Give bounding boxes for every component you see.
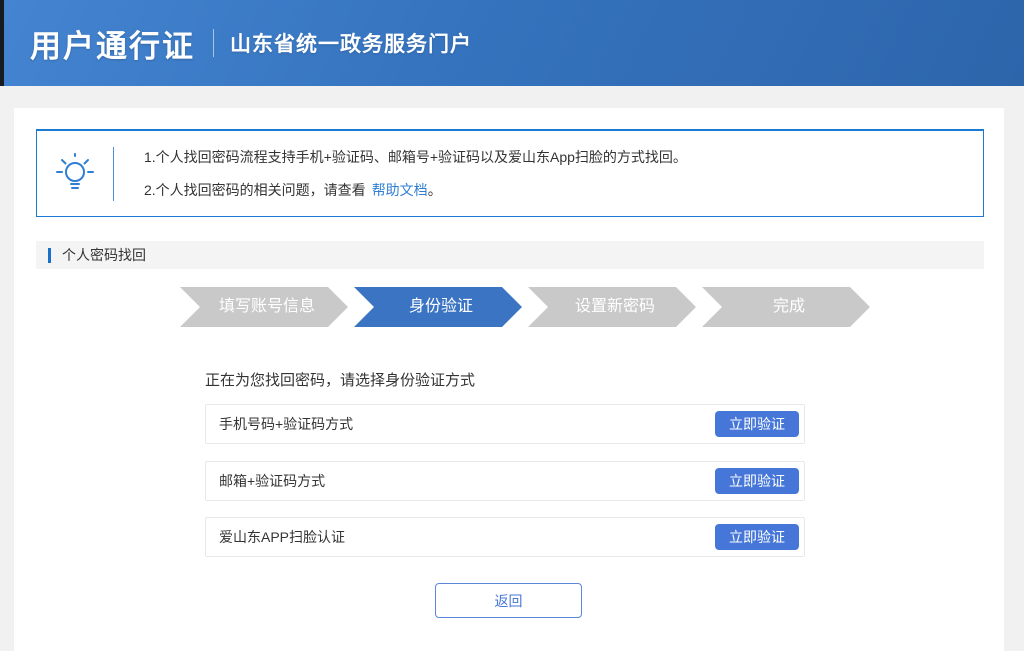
header-left-edge (0, 0, 4, 86)
option-label-phone: 手机号码+验证码方式 (219, 414, 353, 434)
notice-line-2: 2.个人找回密码的相关问题，请查看帮助文档。 (144, 180, 687, 200)
section-title: 个人密码找回 (62, 245, 146, 265)
step-fill-account-info: 填写账号信息 (180, 287, 348, 327)
brand-title: 用户通行证 (30, 21, 195, 66)
help-doc-link[interactable]: 帮助文档 (372, 182, 428, 198)
progress-steps: 填写账号信息 身份验证 设置新密码 完成 (180, 287, 870, 327)
option-row-phone: 手机号码+验证码方式 立即验证 (205, 404, 805, 444)
header: 用户通行证 山东省统一政务服务门户 (0, 0, 1024, 86)
portal-title: 山东省统一政务服务门户 (230, 28, 472, 58)
step-set-new-password: 设置新密码 (528, 287, 696, 327)
notice-box: 1.个人找回密码流程支持手机+验证码、邮箱号+验证码以及爱山东App扫脸的方式找… (36, 129, 984, 217)
notice-line-1: 1.个人找回密码流程支持手机+验证码、邮箱号+验证码以及爱山东App扫脸的方式找… (144, 147, 687, 167)
verify-now-button-phone[interactable]: 立即验证 (715, 411, 799, 437)
step-identity-verification: 身份验证 (354, 287, 522, 327)
header-divider (213, 29, 214, 57)
step-complete: 完成 (702, 287, 870, 327)
option-label-email: 邮箱+验证码方式 (219, 471, 325, 491)
section-header: 个人密码找回 (36, 241, 984, 269)
verify-now-button-app-face-scan[interactable]: 立即验证 (715, 524, 799, 550)
verify-now-button-email[interactable]: 立即验证 (715, 468, 799, 494)
lightbulb-icon (37, 151, 113, 197)
option-label-app-face-scan: 爱山东APP扫脸认证 (219, 527, 345, 547)
back-button[interactable]: 返回 (435, 583, 582, 618)
option-row-email: 邮箱+验证码方式 立即验证 (205, 461, 805, 501)
notice-line-2-text: 2.个人找回密码的相关问题，请查看 (144, 182, 366, 198)
section-accent-bar (48, 248, 51, 263)
instruction-text: 正在为您找回密码，请选择身份验证方式 (205, 369, 475, 390)
option-row-app-face-scan: 爱山东APP扫脸认证 立即验证 (205, 517, 805, 557)
notice-line-2-period: 。 (428, 182, 442, 198)
